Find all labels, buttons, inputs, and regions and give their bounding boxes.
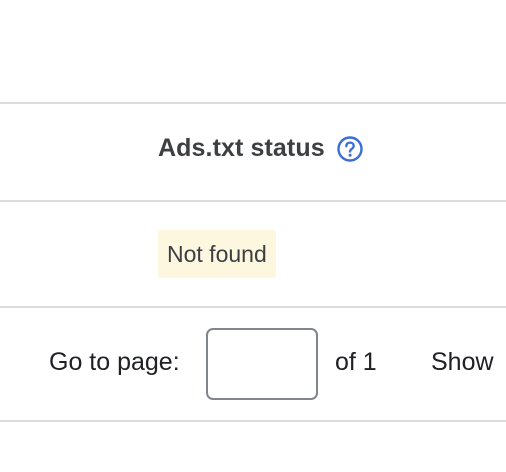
table-row: Not found xyxy=(0,202,506,306)
help-circle-icon[interactable] xyxy=(336,135,364,163)
go-to-page-label: Go to page: xyxy=(49,348,180,376)
column-header-label: Ads.txt status xyxy=(158,134,325,162)
page-count-label: of 1 xyxy=(335,348,377,376)
pagination-bottom-divider xyxy=(0,420,506,422)
ads-txt-table-page: Ads.txt status Not found Go to page: of … xyxy=(0,0,506,472)
table-header-row: Ads.txt status xyxy=(0,104,506,200)
column-header-ads-txt-status[interactable]: Ads.txt status xyxy=(158,134,364,163)
rows-per-page-label: Show xyxy=(431,348,494,376)
status-badge: Not found xyxy=(158,230,276,278)
page-number-input[interactable] xyxy=(206,328,318,400)
pagination-bar: Go to page: of 1 Show xyxy=(0,308,506,420)
